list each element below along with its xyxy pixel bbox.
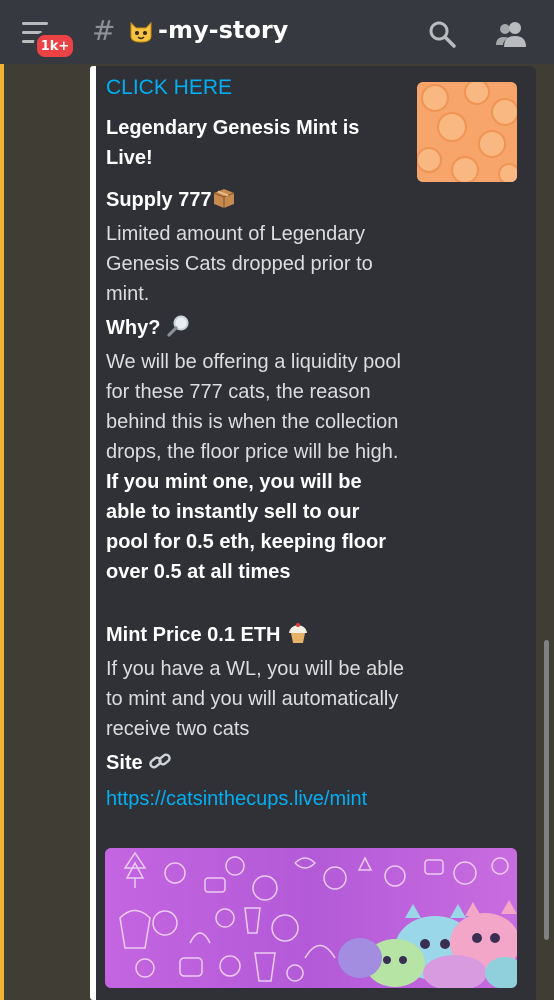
notification-badge[interactable]: 1k+ xyxy=(34,32,76,60)
link-icon xyxy=(149,753,171,769)
embed-title: Legendary Genesis Mint is Live! xyxy=(106,117,360,169)
magnifying-glass-icon xyxy=(167,315,189,337)
channel-name[interactable]: -my-story xyxy=(158,16,288,44)
field-why-label: Why? xyxy=(106,317,161,339)
field-why-value: We will be offering a liquidity pool for… xyxy=(106,347,406,587)
field-mint-price-value: If you have a WL, you will be able to mi… xyxy=(106,658,404,740)
field-supply-name: Supply 777 xyxy=(106,186,406,212)
members-icon[interactable] xyxy=(494,20,528,48)
package-icon xyxy=(213,189,234,208)
cats-in-cups-banner-image[interactable] xyxy=(105,848,517,988)
field-site-label: Site xyxy=(106,752,143,774)
field-why-name: Why? xyxy=(106,314,406,340)
field-supply-value: Limited amount of Legendary Genesis Cats… xyxy=(106,223,373,305)
field-mint-price-label: Mint Price 0.1 ETH xyxy=(106,624,281,646)
scrollbar[interactable] xyxy=(544,640,549,940)
field-why-bold-text: If you mint one, you will be able to ins… xyxy=(106,471,387,583)
field-mint-price-name: Mint Price 0.1 ETH xyxy=(106,621,406,647)
orange-pattern-thumbnail[interactable] xyxy=(417,82,517,182)
field-site-name: Site xyxy=(106,749,406,775)
field-site-link[interactable]: https://catsinthecups.live/mint xyxy=(106,784,396,814)
channel-header: 1k+ # -my-story xyxy=(0,0,554,65)
search-icon[interactable] xyxy=(428,20,456,48)
cat-face-icon xyxy=(130,21,152,43)
channel-hash-icon: # xyxy=(92,14,116,47)
cupcake-icon xyxy=(289,623,308,643)
field-supply-label: Supply 777 xyxy=(106,189,212,211)
embed-author-link[interactable]: CLICK HERE xyxy=(106,76,406,100)
field-why-text: We will be offering a liquidity pool for… xyxy=(106,351,401,463)
